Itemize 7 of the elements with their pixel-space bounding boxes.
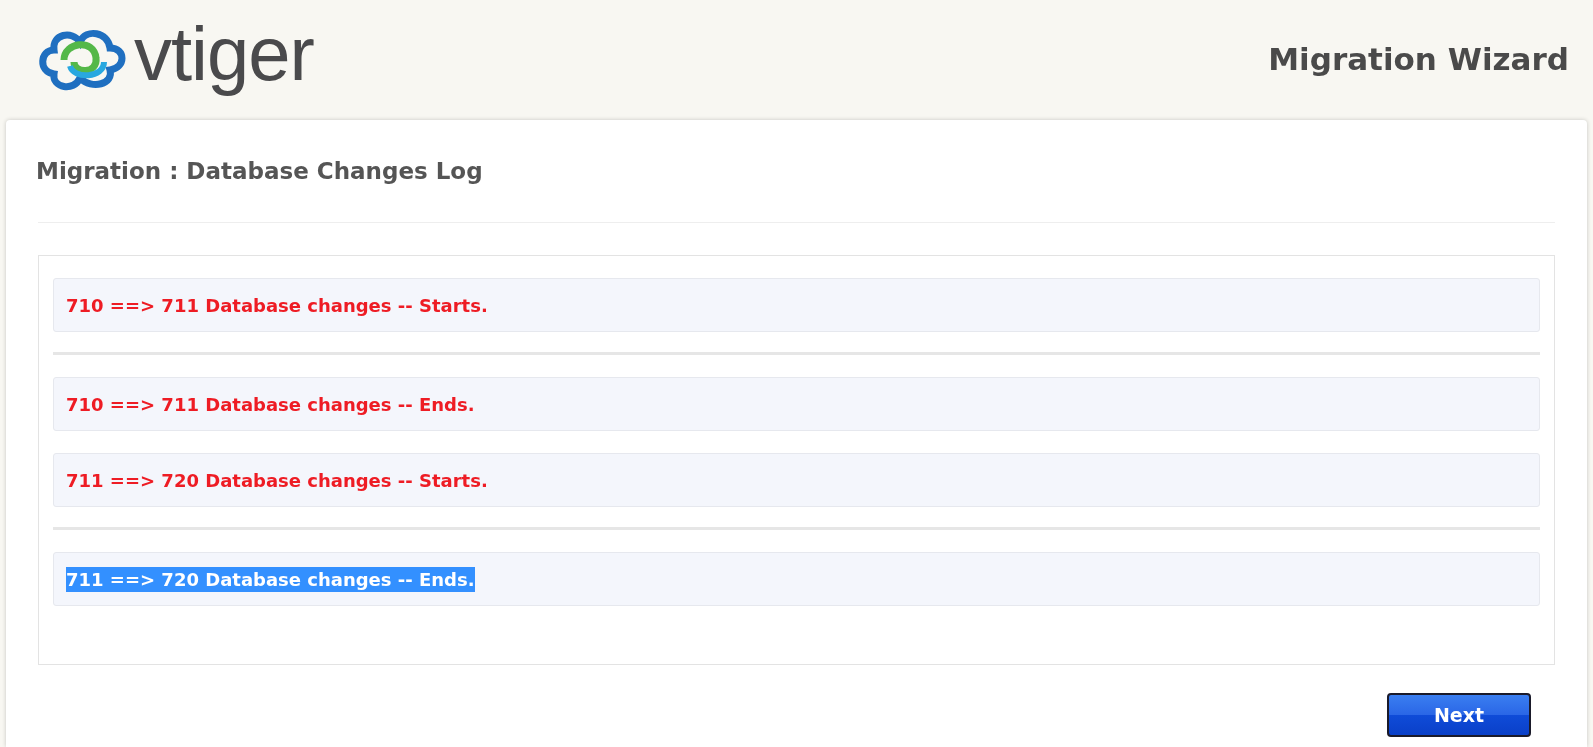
- log-text: 710 ==> 711 Database changes -- Ends.: [66, 392, 475, 417]
- log-text: 711 ==> 720 Database changes -- Ends.: [66, 566, 475, 592]
- log-text: 711 ==> 720 Database changes -- Starts.: [66, 468, 488, 493]
- section-heading: Migration : Database Changes Log: [36, 158, 484, 184]
- next-button[interactable]: Next: [1387, 693, 1531, 737]
- log-text: 710 ==> 711 Database changes -- Starts.: [66, 293, 488, 318]
- page-title: Migration Wizard: [1268, 41, 1569, 77]
